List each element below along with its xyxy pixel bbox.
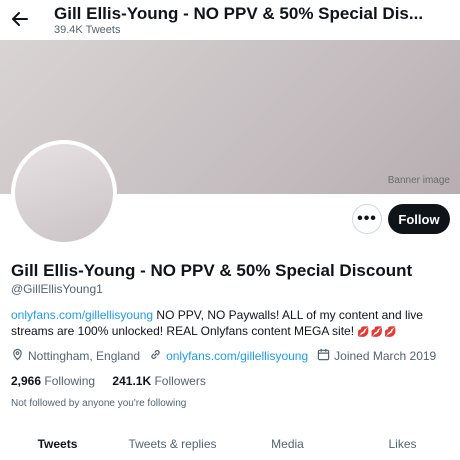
bio-link[interactable]: onlyfans.com/gillellisyoung bbox=[11, 308, 153, 322]
profile-handle: @GillEllisYoung1 bbox=[11, 282, 103, 296]
following-count: 2,966 bbox=[11, 374, 42, 388]
follow-stats: 2,966 Following 241.1K Followers bbox=[11, 374, 220, 388]
not-followed-note: Not followed by anyone you're following bbox=[11, 398, 187, 409]
bio-emoji: 💋💋💋 bbox=[357, 327, 398, 338]
tab-tweets[interactable]: Tweets bbox=[0, 428, 115, 460]
tab-likes[interactable]: Likes bbox=[345, 428, 460, 460]
followers-stat[interactable]: 241.1K Followers bbox=[112, 374, 205, 388]
link-icon bbox=[149, 348, 166, 364]
following-stat[interactable]: 2,966 Following bbox=[11, 374, 95, 388]
top-bar: Gill Ellis-Young - NO PPV & 50% Special … bbox=[0, 0, 460, 40]
tab-tweets-replies[interactable]: Tweets & replies bbox=[115, 428, 230, 460]
back-arrow-icon[interactable] bbox=[10, 9, 30, 29]
website-item: onlyfans.com/gillellisyoung bbox=[149, 348, 308, 364]
banner-placeholder: Banner image bbox=[387, 175, 450, 186]
header-title: Gill Ellis-Young - NO PPV & 50% Special … bbox=[54, 4, 424, 23]
profile-meta: Nottingham, England onlyfans.com/gillell… bbox=[11, 348, 456, 364]
website-link[interactable]: onlyfans.com/gillellisyoung bbox=[166, 349, 308, 363]
calendar-icon bbox=[317, 348, 334, 364]
location-pin-icon bbox=[11, 348, 28, 364]
avatar[interactable] bbox=[15, 144, 113, 242]
tweet-count: 39.4K Tweets bbox=[54, 24, 121, 36]
profile-name: Gill Ellis-Young - NO PPV & 50% Special … bbox=[11, 261, 413, 280]
profile-tabs: Tweets Tweets & replies Media Likes bbox=[0, 428, 460, 460]
profile-bio: onlyfans.com/gillellisyoung NO PPV, NO P… bbox=[11, 307, 451, 341]
location-item: Nottingham, England bbox=[11, 348, 140, 364]
followers-label: Followers bbox=[154, 374, 206, 388]
more-options-button[interactable]: ••• bbox=[352, 204, 382, 234]
joined-item: Joined March 2019 bbox=[317, 348, 436, 364]
followers-count: 241.1K bbox=[112, 374, 152, 388]
joined-text: Joined March 2019 bbox=[334, 349, 437, 363]
follow-button[interactable]: Follow bbox=[388, 204, 450, 234]
tab-media[interactable]: Media bbox=[230, 428, 345, 460]
avatar-ring bbox=[11, 140, 117, 246]
location-text: Nottingham, England bbox=[28, 349, 141, 363]
following-label: Following bbox=[44, 374, 96, 388]
